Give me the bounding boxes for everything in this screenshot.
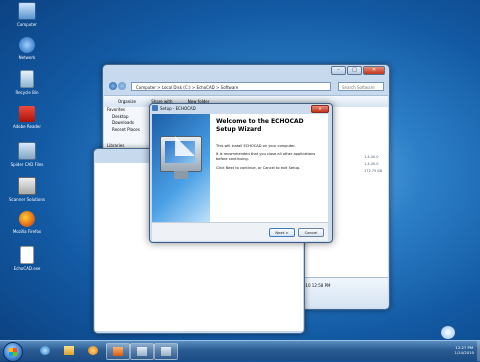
clock[interactable]: 12:27 PM 1/14/2010 bbox=[455, 345, 474, 355]
wizard-text-recommend: It is recommended that you close all oth… bbox=[216, 152, 316, 161]
setup-body: Welcome to the ECHOCAD Setup Wizard This… bbox=[152, 114, 328, 241]
desktop-icon-label: Mozilla Firefox bbox=[12, 229, 42, 234]
desktop-icon-echocad-file[interactable]: EchoCAD.exe bbox=[8, 246, 46, 271]
wizard-footer: Next > Cancel bbox=[152, 222, 328, 241]
taskbar: 12:27 PM 1/14/2010 bbox=[0, 340, 480, 362]
close-button[interactable]: ✕ bbox=[363, 66, 385, 75]
setup-dialog[interactable]: Setup - ECHOCAD ✕ Welcome to the ECHOCAD… bbox=[149, 103, 333, 243]
taskbar-window-2[interactable] bbox=[154, 343, 178, 360]
next-button[interactable]: Next > bbox=[269, 228, 295, 237]
adobe-reader-icon bbox=[19, 106, 35, 122]
desktop-icon-network[interactable]: Network bbox=[8, 37, 46, 60]
file-icon bbox=[20, 246, 34, 264]
desktop-icon-recycle-bin[interactable]: Recycle Bin bbox=[8, 70, 46, 95]
file-version: 1.4.40.0 bbox=[364, 162, 379, 166]
folder-icon bbox=[64, 346, 74, 355]
file-version: 1.4.40.0 bbox=[364, 155, 379, 159]
desktop-icon-label: EchoCAD.exe bbox=[13, 266, 41, 271]
desktop-icon-adobe-reader[interactable]: Adobe Reader bbox=[8, 106, 46, 129]
start-button[interactable] bbox=[3, 342, 23, 362]
system-tray: 12:27 PM 1/14/2010 bbox=[412, 343, 476, 359]
taskbar-window-1[interactable] bbox=[130, 343, 154, 360]
clock-date: 1/14/2010 bbox=[454, 350, 474, 355]
desktop-icon-cad-files[interactable]: Spider CAD Files bbox=[8, 142, 46, 167]
address-bar[interactable]: Computer > Local Disk (C:) > EchoCAD > S… bbox=[131, 82, 331, 91]
desktop-icon-label: Computer bbox=[17, 22, 37, 27]
wizard-text-instructions: Click Next to continue, or Cancel to exi… bbox=[216, 166, 301, 170]
windows-logo-icon bbox=[9, 348, 17, 356]
desktop-icon-scanner[interactable]: Scanner Solutions bbox=[8, 177, 46, 202]
organize-button[interactable]: Organize bbox=[118, 99, 136, 104]
taskbar-setup[interactable] bbox=[106, 343, 130, 360]
window-controls: – □ ✕ bbox=[331, 66, 385, 75]
setup-titlebar[interactable]: Setup - ECHOCAD ✕ bbox=[150, 104, 332, 113]
taskbar-ie[interactable] bbox=[34, 343, 56, 358]
desktop-icon-firefox[interactable]: Mozilla Firefox bbox=[8, 211, 46, 234]
setup-title: Setup - ECHOCAD bbox=[160, 106, 196, 111]
window-icon bbox=[161, 347, 171, 356]
media-player-icon bbox=[88, 346, 98, 355]
monitor-stand bbox=[174, 171, 188, 179]
desktop-icon-computer[interactable]: Computer bbox=[8, 2, 46, 27]
windows-badge-icon bbox=[441, 326, 455, 339]
taskbar-explorer[interactable] bbox=[58, 343, 80, 358]
window-icon bbox=[137, 347, 147, 356]
network-icon bbox=[19, 37, 35, 53]
firefox-icon bbox=[19, 211, 35, 227]
maximize-button[interactable]: □ bbox=[347, 66, 362, 75]
file-size: 172.75 KB bbox=[364, 169, 383, 173]
wizard-banner bbox=[152, 114, 210, 222]
desktop-icon-label: Scanner Solutions bbox=[8, 197, 45, 202]
internet-explorer-icon bbox=[40, 346, 50, 355]
desktop-icon-label: Spider CAD Files bbox=[10, 162, 44, 167]
back-arrow-icon[interactable] bbox=[109, 82, 117, 90]
computer-icon bbox=[18, 2, 36, 20]
minimize-button[interactable]: – bbox=[331, 66, 346, 75]
setup-taskbar-icon bbox=[113, 347, 123, 356]
wizard-text-install: This will install ECHOCAD on your comput… bbox=[216, 144, 296, 148]
desktop-icon-label: Adobe Reader bbox=[12, 124, 42, 129]
cancel-button[interactable]: Cancel bbox=[298, 228, 324, 237]
desktop-icon-label: Network bbox=[18, 55, 36, 60]
forward-arrow-icon[interactable] bbox=[118, 82, 126, 90]
cad-file-icon bbox=[18, 142, 36, 160]
recycle-bin-icon bbox=[20, 70, 34, 88]
desktop-icon-label: Recycle Bin bbox=[15, 90, 39, 95]
scanner-icon bbox=[18, 177, 36, 195]
taskbar-media-player[interactable] bbox=[82, 343, 104, 358]
setup-close-button[interactable]: ✕ bbox=[311, 105, 329, 113]
setup-app-icon bbox=[152, 105, 158, 111]
wizard-heading: Welcome to the ECHOCAD Setup Wizard bbox=[216, 118, 304, 133]
search-input[interactable]: Search Software bbox=[338, 82, 384, 91]
explorer-titlebar[interactable]: – □ ✕ bbox=[103, 65, 389, 79]
